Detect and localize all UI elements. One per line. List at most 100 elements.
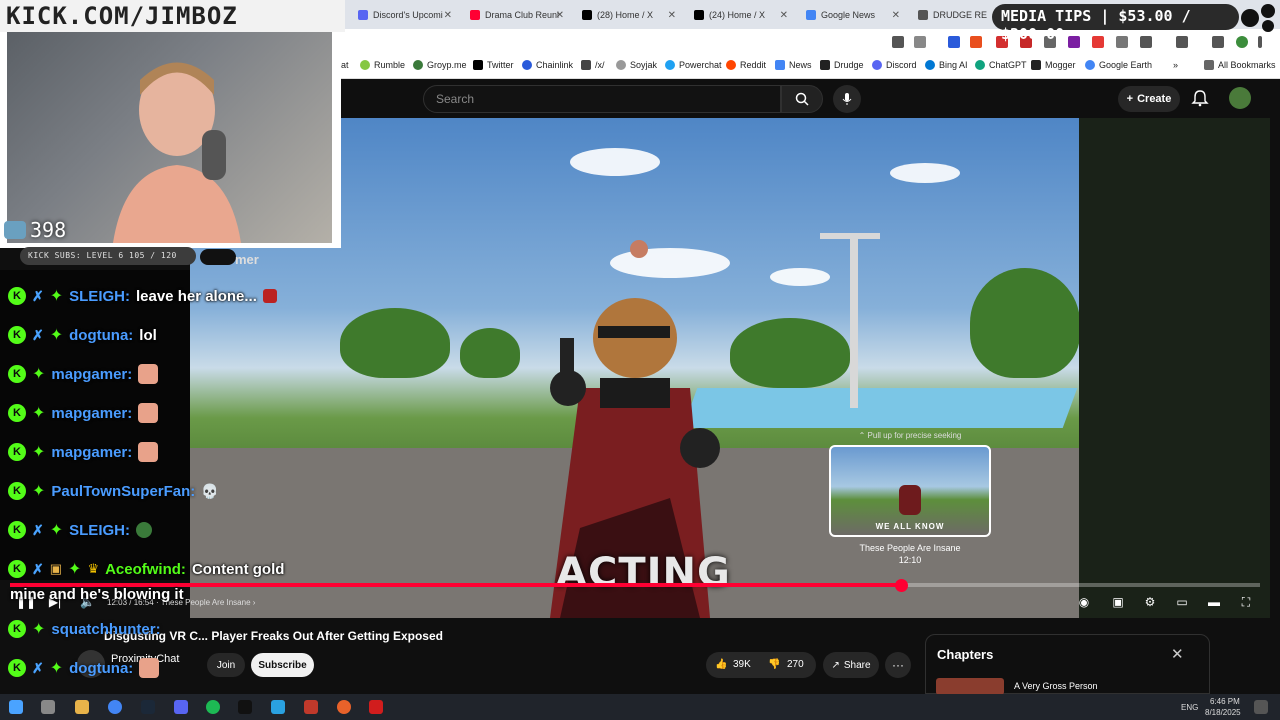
theater-mode-button[interactable]: ▬	[1207, 595, 1221, 609]
share-button[interactable]: ↗ Share	[823, 652, 879, 678]
bookmark-google-earth[interactable]: Google Earth	[1085, 60, 1152, 70]
tab-x-home-24[interactable]: (24) Home / X ✕	[686, 4, 794, 26]
tree	[460, 328, 520, 378]
autoplay-toggle[interactable]: ◉	[1074, 595, 1094, 609]
chapter-item[interactable]: A Very Gross Person	[1014, 681, 1098, 691]
bookmark-drudge[interactable]: Drudge	[820, 60, 864, 70]
chrome-icon[interactable]	[108, 700, 122, 714]
app-icon[interactable]	[238, 700, 252, 714]
star-icon[interactable]	[914, 36, 926, 48]
extension-icon[interactable]	[1068, 36, 1080, 48]
bookmarks-overflow[interactable]: »	[1173, 60, 1178, 70]
dislike-count[interactable]: 270	[787, 659, 804, 670]
sidepanel-icon[interactable]	[1176, 36, 1188, 48]
bookmark[interactable]: at	[341, 60, 349, 70]
windows-start-icon[interactable]	[9, 700, 23, 714]
profile-icon[interactable]	[1236, 36, 1248, 48]
bookmark-chatgpt[interactable]: ChatGPT	[975, 60, 1027, 70]
task-view-icon[interactable]	[41, 700, 55, 714]
bookmark-rumble[interactable]: Rumble	[360, 60, 405, 70]
install-icon[interactable]	[892, 36, 904, 48]
search-button[interactable]	[781, 85, 823, 113]
close-icon[interactable]: ✕	[1171, 645, 1184, 663]
close-icon[interactable]: ✕	[668, 10, 676, 21]
skull-emote: 💀	[201, 482, 219, 499]
app-icon[interactable]	[369, 700, 383, 714]
discord-icon	[872, 60, 882, 70]
notification-icon[interactable]	[1254, 700, 1268, 714]
settings-gear-icon[interactable]: ⚙	[1143, 595, 1157, 609]
clock-time[interactable]: 6:46 PM	[1210, 697, 1240, 706]
chat-message: K ✗ ✦ SLEIGH:	[8, 519, 152, 541]
account-avatar[interactable]	[1229, 87, 1251, 109]
chat-username: squatchhunter:	[51, 620, 161, 638]
close-icon[interactable]: ✕	[444, 10, 452, 21]
thumbs-down-icon[interactable]: 👎	[768, 659, 780, 670]
menu-icon[interactable]	[1212, 36, 1224, 48]
bookmark-reddit[interactable]: Reddit	[726, 60, 766, 70]
fullscreen-button[interactable]: ⛶	[1239, 595, 1253, 609]
close-icon[interactable]: ✕	[556, 10, 564, 21]
news-icon	[775, 60, 785, 70]
voice-search-button[interactable]	[833, 85, 861, 113]
sword-badge-icon: ✗	[32, 326, 44, 343]
create-button[interactable]: + Create	[1118, 86, 1180, 112]
bookmark-all[interactable]: All Bookmarks	[1204, 60, 1276, 70]
language-indicator[interactable]: ENG	[1181, 703, 1198, 712]
close-icon[interactable]: ✕	[892, 10, 900, 21]
extension-icon[interactable]	[1116, 36, 1128, 48]
discord-icon[interactable]	[174, 700, 188, 714]
bookmark-label: Google Earth	[1099, 60, 1153, 70]
banner-text: KICK.COM/JIMBOZ	[6, 2, 238, 30]
bookmark-x[interactable]: /x/	[581, 60, 605, 70]
extension-icon[interactable]	[1092, 36, 1104, 48]
chat-message: K ✦ mapgamer:	[8, 402, 159, 424]
bookmark-soyjak[interactable]: Soyjak	[616, 60, 657, 70]
bookmark-mogger[interactable]: Mogger	[1031, 60, 1076, 70]
close-icon[interactable]: ✕	[780, 10, 788, 21]
bookmark-chainlink[interactable]: Chainlink	[522, 60, 573, 70]
bookmark-powerchat[interactable]: Powerchat	[665, 60, 722, 70]
clock-date[interactable]: 8/18/2025	[1205, 708, 1241, 717]
chat-message: K ✦ PaulTownSuperFan: 💀	[8, 480, 219, 502]
telegram-icon[interactable]	[271, 700, 285, 714]
tab-label: Google News	[821, 10, 876, 20]
chat-username: SLEIGH:	[69, 287, 130, 305]
tab-x-home-28[interactable]: (28) Home / X ✕	[574, 4, 682, 26]
app-icon[interactable]	[304, 700, 318, 714]
chapter-thumbnail[interactable]	[936, 678, 1004, 695]
bookmark-twitter[interactable]: Twitter	[473, 60, 514, 70]
like-count[interactable]: 39K	[733, 659, 751, 670]
cloud	[890, 163, 960, 183]
more-actions-button[interactable]: ···	[885, 652, 911, 678]
kick-badge-icon: K	[8, 482, 26, 500]
bookmark-label: Discord	[886, 60, 917, 70]
spotify-icon[interactable]	[206, 700, 220, 714]
kebab-icon[interactable]	[1258, 36, 1262, 48]
puzzle-icon[interactable]	[1140, 36, 1152, 48]
file-explorer-icon[interactable]	[75, 700, 89, 714]
kick-badge-icon: K	[8, 659, 26, 677]
windows-taskbar: ENG 6:46 PM 8/18/2025	[0, 694, 1280, 720]
captions-button[interactable]: ▣	[1111, 595, 1125, 609]
chat-username: Aceofwind:	[105, 560, 186, 578]
extension-icon[interactable]	[948, 36, 960, 48]
emote	[139, 658, 160, 678]
tab-drudge[interactable]: DRUDGE RE	[910, 4, 990, 26]
notifications-bell-icon[interactable]	[1191, 89, 1209, 107]
bookmark-groyp[interactable]: Groyp.me	[413, 60, 467, 70]
bookmark-news[interactable]: News	[775, 60, 812, 70]
tab-drama-club[interactable]: Drama Club Reuni ✕	[462, 4, 570, 26]
tree	[730, 318, 850, 388]
bookmark-bing[interactable]: Bing AI	[925, 60, 968, 70]
app-icon[interactable]	[337, 700, 351, 714]
steam-icon[interactable]	[141, 700, 155, 714]
thumbs-up-icon[interactable]: 👍	[715, 659, 727, 670]
tab-google-news[interactable]: Google News ✕	[798, 4, 906, 26]
reddit-icon	[726, 60, 736, 70]
search-input[interactable]: Search	[423, 85, 781, 113]
extension-icon[interactable]	[970, 36, 982, 48]
miniplayer-button[interactable]: ▭	[1175, 595, 1189, 609]
tab-discord[interactable]: Discord's Upcomi ✕	[350, 4, 458, 26]
bookmark-discord[interactable]: Discord	[872, 60, 917, 70]
